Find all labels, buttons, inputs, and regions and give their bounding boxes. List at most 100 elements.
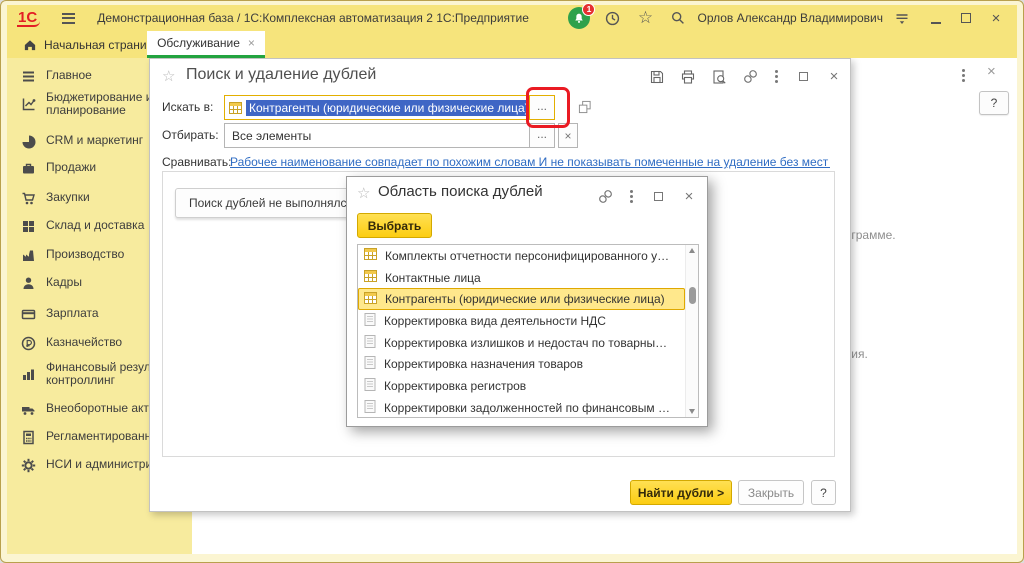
form-more-icon[interactable] — [960, 67, 967, 84]
notifications-button[interactable]: 1 — [568, 7, 590, 29]
list-item[interactable]: Корректировка излишков и недостач по тов… — [358, 332, 685, 354]
modal-title: Область поиска дублей — [378, 183, 543, 200]
notification-badge: 1 — [582, 3, 595, 16]
sidebar-item-regulated[interactable]: Регламентированный учет — [7, 423, 149, 451]
list-item[interactable]: Корректировки задолженностей по финансов… — [358, 397, 685, 418]
list-item[interactable]: Корректировка регистров — [358, 375, 685, 397]
maximize-icon[interactable] — [650, 189, 666, 205]
gear-icon — [20, 458, 36, 473]
modal-command-bar: × — [597, 188, 697, 205]
open-in-window-icon[interactable] — [578, 100, 592, 114]
search-area-modal: ☆ Область поиска дублей × Выбрать Компле… — [346, 176, 708, 427]
current-user[interactable]: Орлов Александр Владимирович — [697, 11, 883, 25]
list-scrollbar[interactable] — [685, 245, 698, 417]
close-window-button[interactable]: × — [985, 7, 1007, 29]
form-help-button[interactable]: ? — [979, 91, 1009, 115]
dialog-title: Поиск и удаление дублей — [186, 66, 376, 84]
document-icon — [364, 356, 376, 372]
maximize-icon[interactable] — [795, 69, 811, 85]
tab-close-icon[interactable]: × — [248, 36, 255, 50]
sidebar-item-salary[interactable]: Зарплата — [7, 300, 149, 328]
tab-maintenance[interactable]: Обслуживание × — [147, 31, 265, 58]
form-close-icon[interactable]: × — [987, 65, 996, 79]
home-icon — [23, 38, 37, 52]
catalog-icon — [229, 102, 242, 114]
list-item[interactable]: Комплекты отчетности персонифицированног… — [358, 245, 685, 267]
window-title: Демонстрационная база / 1С:Комплексная а… — [97, 11, 529, 25]
scroll-thumb[interactable] — [689, 287, 696, 304]
sidebar-item-purchases[interactable]: Закупки — [7, 184, 149, 212]
filter-clear-button[interactable]: × — [558, 123, 578, 148]
sidebar-item-production[interactable]: Производство — [7, 241, 149, 269]
document-icon — [364, 400, 376, 416]
bell-icon: 1 — [568, 7, 590, 29]
minimize-button[interactable] — [925, 7, 947, 29]
print-preview-icon[interactable] — [711, 69, 727, 85]
filter-field[interactable]: Все элементы ... — [224, 123, 555, 148]
sidebar-item-treasury[interactable]: Казначейство — [7, 329, 149, 357]
get-link-icon[interactable] — [742, 69, 758, 85]
select-button[interactable]: Выбрать — [357, 213, 432, 238]
list-item[interactable]: Корректировка вида деятельности НДС — [358, 310, 685, 332]
tab-label: Обслуживание — [157, 36, 240, 50]
document-icon — [364, 378, 376, 394]
sidebar-item-crm[interactable]: CRM и маркетинг — [7, 127, 149, 155]
catalog-icon — [364, 292, 377, 307]
sections-panel: Главное Бюджетирование ипланирование CRM… — [7, 58, 149, 554]
purchases-icon — [20, 191, 36, 206]
1c-logo: 1С — [17, 10, 40, 27]
filter-value: Все элементы — [232, 129, 311, 143]
favorites-icon[interactable]: ☆ — [634, 7, 656, 29]
save-icon[interactable] — [649, 69, 665, 85]
close-modal-icon[interactable]: × — [681, 189, 697, 205]
crm-icon — [20, 134, 36, 149]
sidebar-item-nsi-admin[interactable]: НСИ и администрирование — [7, 451, 149, 479]
more-icon[interactable] — [773, 68, 780, 85]
list-item-selected[interactable]: Контрагенты (юридические или физические … — [358, 288, 685, 310]
maximize-button[interactable] — [955, 7, 977, 29]
search-in-field[interactable]: Контрагенты (юридические или физические … — [224, 95, 555, 120]
scroll-down-icon[interactable] — [689, 409, 695, 414]
search-in-choose-button[interactable]: ... — [529, 96, 554, 119]
more-icon[interactable] — [628, 188, 635, 205]
regulated-icon — [20, 430, 36, 445]
compare-label: Сравнивать: — [162, 155, 231, 169]
compare-rules-link[interactable]: Рабочее наименование совпадает по похожи… — [230, 155, 830, 169]
list-item[interactable]: Корректировка назначения товаров — [358, 353, 685, 375]
scroll-up-icon[interactable] — [689, 248, 695, 253]
main-menu-icon[interactable] — [62, 13, 75, 24]
dialog-help-button[interactable]: ? — [811, 480, 836, 505]
sidebar-item-sales[interactable]: Продажи — [7, 154, 149, 182]
hr-icon — [20, 276, 36, 291]
close-dialog-icon[interactable]: × — [826, 69, 842, 85]
tab-home-label: Начальная страница — [44, 38, 160, 52]
dialog-command-bar: × — [649, 68, 842, 85]
favorite-star-icon[interactable]: ☆ — [357, 184, 370, 202]
sidebar-item-hr[interactable]: Кадры — [7, 269, 149, 297]
search-icon[interactable] — [667, 7, 689, 29]
favorite-star-icon[interactable]: ☆ — [162, 67, 175, 85]
search-in-value: Контрагенты (юридические или физические … — [246, 100, 532, 116]
finresult-icon — [20, 367, 36, 382]
get-link-icon[interactable] — [597, 189, 613, 205]
search-areas-list: Комплекты отчетности персонифицированног… — [357, 244, 699, 418]
search-in-label: Искать в: — [162, 100, 213, 114]
document-icon — [364, 313, 376, 329]
close-button[interactable]: Закрыть — [738, 480, 804, 505]
application-window: 1С Демонстрационная база / 1С:Комплексна… — [0, 0, 1024, 563]
sidebar-item-warehouse[interactable]: Склад и доставка — [7, 212, 149, 240]
catalog-icon — [364, 248, 377, 263]
workspace: Главное Бюджетирование ипланирование CRM… — [7, 58, 1017, 554]
filter-choose-button[interactable]: ... — [529, 124, 554, 147]
sidebar-item-finresult[interactable]: Финансовый результатконтроллинг — [7, 354, 149, 394]
history-icon[interactable] — [601, 7, 623, 29]
filter-label: Отбирать: — [162, 128, 219, 142]
print-icon[interactable] — [680, 69, 696, 85]
main-section-icon — [20, 69, 36, 84]
service-menu-icon[interactable] — [891, 7, 913, 29]
sidebar-item-budgeting[interactable]: Бюджетирование ипланирование — [7, 84, 149, 124]
list-item[interactable]: Контактные лица — [358, 267, 685, 289]
sidebar-item-assets[interactable]: Внеоборотные активы — [7, 395, 149, 423]
find-duplicates-button[interactable]: Найти дубли > — [630, 480, 732, 505]
tab-home[interactable]: Начальная страница — [17, 31, 166, 58]
